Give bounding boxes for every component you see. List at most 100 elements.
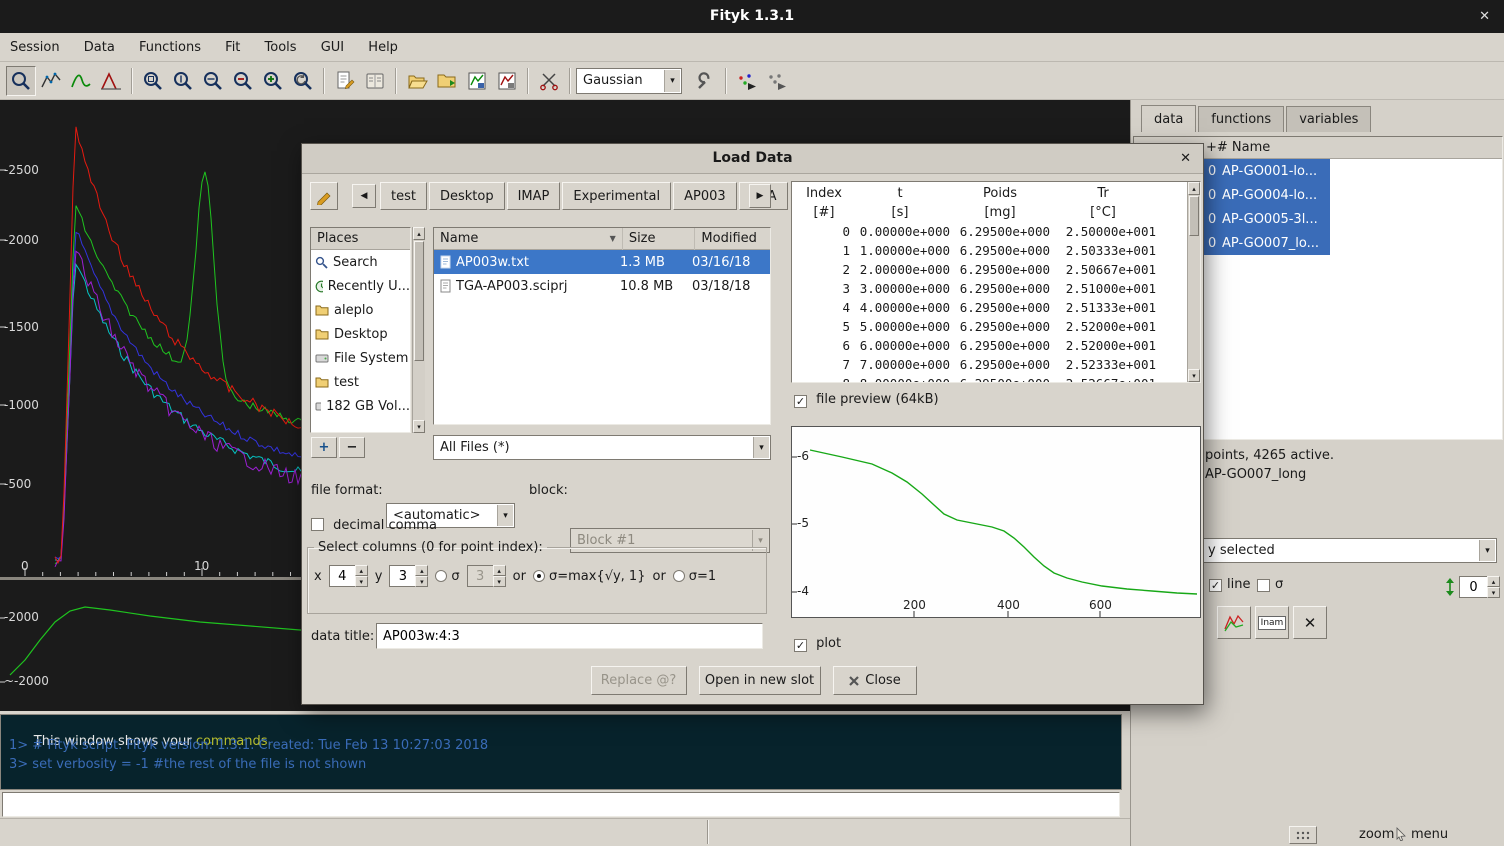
x-column-value[interactable] (329, 565, 355, 587)
crumb-desktop[interactable]: Desktop (429, 182, 505, 210)
preview-table-scrollbar[interactable]: ▴ ▾ (1187, 182, 1200, 382)
place-item-home[interactable]: aleplo (311, 298, 410, 322)
dataset-rename-button[interactable]: Inam (1255, 606, 1289, 639)
zoom-out-button[interactable] (228, 66, 258, 96)
dialog-title-bar[interactable]: Load Data ✕ (302, 144, 1203, 174)
continue-fit-button[interactable] (762, 66, 792, 96)
decimal-comma-option[interactable]: decimal comma (311, 518, 437, 533)
command-input[interactable] (2, 792, 1120, 817)
crumb-imap[interactable]: IMAP (507, 182, 561, 210)
scroll-up-icon[interactable]: ▴ (413, 227, 425, 240)
chevron-down-icon[interactable]: ▾ (664, 70, 680, 92)
window-close-icon[interactable]: ✕ (1479, 0, 1490, 33)
sigma-column-radio[interactable] (435, 570, 447, 582)
execute-script-button[interactable] (432, 66, 462, 96)
place-item-search[interactable]: Search (311, 250, 410, 274)
y-column-value[interactable] (389, 565, 415, 587)
data-transform-button[interactable] (534, 66, 564, 96)
spin-down-icon[interactable]: ▾ (1487, 587, 1500, 598)
add-bookmark-button[interactable]: + (311, 437, 337, 458)
column-header-modified[interactable]: Modified (695, 228, 770, 250)
save-data-button[interactable] (462, 66, 492, 96)
spin-down-icon[interactable]: ▾ (355, 576, 368, 587)
scroll-down-icon[interactable]: ▾ (413, 420, 425, 433)
spin-down-icon[interactable]: ▾ (415, 576, 428, 587)
zoom-in-button[interactable] (258, 66, 288, 96)
column-header-name[interactable]: Name ▼ (434, 228, 623, 250)
spin-up-icon[interactable]: ▴ (493, 565, 506, 576)
x-column-spinner[interactable]: ▴▾ (329, 565, 368, 587)
column-header-size[interactable]: Size (623, 228, 696, 250)
plot-checkbox[interactable]: ✓ (794, 639, 807, 652)
status-menu-label[interactable]: menu (1411, 827, 1448, 842)
zoom-mode-button[interactable] (6, 66, 36, 96)
dialog-close-icon[interactable]: ✕ (1180, 144, 1191, 173)
dataset-delete-button[interactable]: ✕ (1293, 606, 1327, 639)
sigma-column-spinner[interactable]: ▴▾ (467, 565, 506, 587)
scrollbar-thumb[interactable] (414, 241, 424, 361)
data-line-mode-button[interactable] (66, 66, 96, 96)
path-back-button[interactable]: ◀ (352, 184, 376, 208)
zoom-previous-button[interactable] (288, 66, 318, 96)
console-output[interactable]: This window shows your commands. 1> # Fi… (0, 714, 1122, 790)
places-list[interactable]: Places Search Recently U... aleplo Deskt… (310, 227, 411, 433)
crumb-test[interactable]: test (380, 182, 427, 210)
zoom-all-button[interactable] (138, 66, 168, 96)
file-preview-checkbox[interactable]: ✓ (794, 395, 807, 408)
open-in-new-slot-button[interactable]: Open in new slot (699, 666, 821, 695)
file-row[interactable]: TGA-AP003.sciprj 10.8 MB 03/18/18 (434, 274, 770, 298)
plot-option[interactable]: ✓ plot (794, 636, 841, 652)
zoom-vertical-button[interactable] (168, 66, 198, 96)
crumb-ap003[interactable]: AP003 (673, 182, 737, 210)
spin-up-icon[interactable]: ▴ (1487, 576, 1500, 587)
chevron-down-icon[interactable]: ▾ (753, 437, 769, 458)
save-session-button[interactable] (492, 66, 522, 96)
menu-help[interactable]: Help (358, 33, 408, 62)
decimal-comma-checkbox[interactable] (311, 518, 324, 531)
status-zoom-label[interactable]: zoom (1359, 827, 1394, 842)
menu-data[interactable]: Data (74, 33, 125, 62)
scroll-up-icon[interactable]: ▴ (1188, 182, 1200, 195)
places-scrollbar[interactable]: ▴ ▾ (412, 227, 425, 433)
type-filename-button[interactable] (310, 182, 338, 210)
edit-script-button[interactable] (330, 66, 360, 96)
sigma-column-value[interactable] (467, 565, 493, 587)
remove-bookmark-button[interactable]: − (339, 437, 365, 458)
place-item-volume[interactable]: 182 GB Vol... (311, 394, 410, 418)
config-grid-button[interactable] (1289, 826, 1317, 844)
zoom-horizontal-button[interactable] (198, 66, 228, 96)
smooth-value[interactable] (1459, 576, 1487, 598)
place-item-filesystem[interactable]: File System (311, 346, 410, 370)
spin-up-icon[interactable]: ▴ (355, 565, 368, 576)
scroll-down-icon[interactable]: ▾ (1188, 369, 1200, 382)
spin-up-icon[interactable]: ▴ (415, 565, 428, 576)
menu-session[interactable]: Session (0, 33, 70, 62)
place-item-recent[interactable]: Recently U... (311, 274, 410, 298)
data-points-mode-button[interactable] (36, 66, 66, 96)
sigma-sqrt-radio[interactable] (533, 570, 545, 582)
load-data-button[interactable] (402, 66, 432, 96)
crumb-experimental[interactable]: Experimental (562, 182, 671, 210)
autoscale-y-icon[interactable] (1442, 577, 1458, 597)
dataset-plot-button[interactable] (1217, 606, 1251, 639)
close-button[interactable]: Close (833, 666, 917, 695)
file-preview-option[interactable]: ✓ file preview (64kB) (794, 392, 939, 408)
replace-button[interactable]: Replace @? (591, 666, 687, 695)
function-type-combo[interactable]: Gaussian ▾ (576, 68, 682, 94)
file-filter-combo[interactable]: All Files (*) ▾ (433, 435, 771, 460)
smooth-spinner[interactable]: ▴▾ (1459, 576, 1500, 598)
peaks-view-button[interactable] (96, 66, 126, 96)
file-row-selected[interactable]: AP003w.txt 1.3 MB 03/16/18 (434, 250, 770, 274)
data-title-input[interactable] (376, 623, 763, 649)
menu-gui[interactable]: GUI (311, 33, 354, 62)
add-function-button[interactable] (690, 66, 720, 96)
chevron-down-icon[interactable]: ▾ (1479, 540, 1495, 561)
menu-functions[interactable]: Functions (129, 33, 211, 62)
spin-down-icon[interactable]: ▾ (493, 576, 506, 587)
run-fit-button[interactable] (732, 66, 762, 96)
scrollbar-thumb[interactable] (1189, 196, 1199, 236)
tab-variables[interactable]: variables (1286, 106, 1371, 132)
sigma-checkbox[interactable] (1257, 579, 1270, 592)
file-preview-table[interactable]: IndextPoidsTr[#][s][mg][°C]00.00000e+000… (791, 181, 1201, 383)
path-forward-button[interactable]: ▶ (749, 184, 771, 208)
